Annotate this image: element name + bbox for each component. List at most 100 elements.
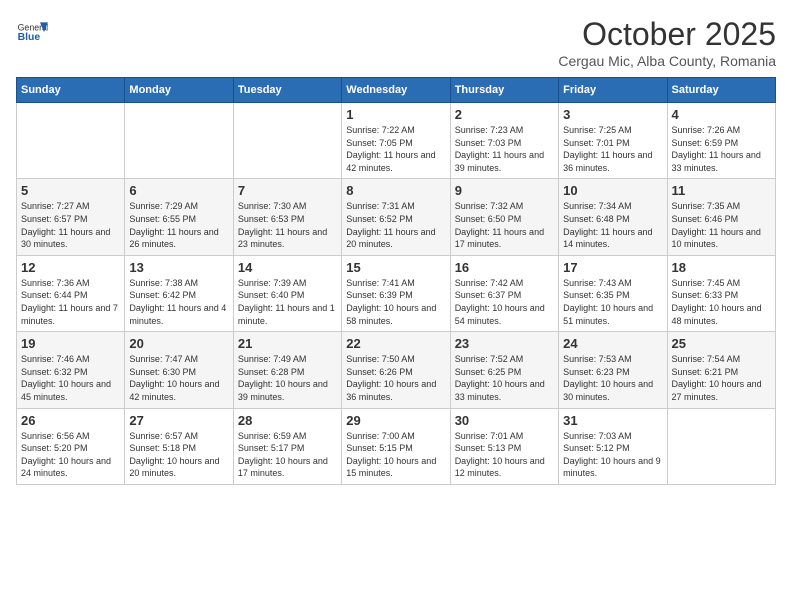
day-info: Sunrise: 6:59 AMSunset: 5:17 PMDaylight:… [238,430,337,480]
day-info: Sunrise: 7:35 AMSunset: 6:46 PMDaylight:… [672,200,771,250]
day-info: Sunrise: 7:52 AMSunset: 6:25 PMDaylight:… [455,353,554,403]
day-info: Sunrise: 7:30 AMSunset: 6:53 PMDaylight:… [238,200,337,250]
day-info: Sunrise: 7:26 AMSunset: 6:59 PMDaylight:… [672,124,771,174]
logo: General Blue [16,16,48,48]
day-info: Sunrise: 6:56 AMSunset: 5:20 PMDaylight:… [21,430,120,480]
day-info: Sunrise: 7:45 AMSunset: 6:33 PMDaylight:… [672,277,771,327]
day-info: Sunrise: 7:38 AMSunset: 6:42 PMDaylight:… [129,277,228,327]
week-row-1: 1Sunrise: 7:22 AMSunset: 7:05 PMDaylight… [17,103,776,179]
day-number: 17 [563,260,662,275]
day-cell: 15 Sunrise: 7:41 AMSunset: 6:39 PMDayligh… [342,255,450,331]
day-info: Sunrise: 7:34 AMSunset: 6:48 PMDaylight:… [563,200,662,250]
day-cell: 28Sunrise: 6:59 AMSunset: 5:17 PMDayligh… [233,408,341,484]
day-info: Sunrise: 7:01 AMSunset: 5:13 PMDaylight:… [455,430,554,480]
day-cell: 30 Sunrise: 7:01 AMSunset: 5:13 PMDayligh… [450,408,558,484]
day-cell: 4 Sunrise: 7:26 AMSunset: 6:59 PMDaylight… [667,103,775,179]
day-cell: 9 Sunrise: 7:32 AMSunset: 6:50 PMDaylight… [450,179,558,255]
day-cell: 12 Sunrise: 7:36 AMSunset: 6:44 PMDayligh… [17,255,125,331]
day-cell: 23 Sunrise: 7:52 AMSunset: 6:25 PMDayligh… [450,332,558,408]
day-info: Sunrise: 7:50 AMSunset: 6:26 PMDaylight:… [346,353,445,403]
day-cell: 2Sunrise: 7:23 AMSunset: 7:03 PMDaylight… [450,103,558,179]
day-cell: 19 Sunrise: 7:46 AMSunset: 6:32 PMDayligh… [17,332,125,408]
day-cell: 10Sunrise: 7:34 AMSunset: 6:48 PMDayligh… [559,179,667,255]
day-number: 3 [563,107,662,122]
day-number: 22 [346,336,445,351]
day-number: 13 [129,260,228,275]
svg-text:Blue: Blue [18,32,41,43]
day-number: 11 [672,183,771,198]
page-header: General Blue October 2025 Cergau Mic, Al… [16,16,776,69]
day-cell: 6 Sunrise: 7:29 AMSunset: 6:55 PMDaylight… [125,179,233,255]
day-number: 4 [672,107,771,122]
header-row: SundayMondayTuesdayWednesdayThursdayFrid… [17,78,776,103]
calendar-table: SundayMondayTuesdayWednesdayThursdayFrid… [16,77,776,485]
day-info: Sunrise: 7:47 AMSunset: 6:30 PMDaylight:… [129,353,228,403]
day-info: Sunrise: 7:54 AMSunset: 6:21 PMDaylight:… [672,353,771,403]
day-number: 21 [238,336,337,351]
day-number: 16 [455,260,554,275]
day-cell: 22 Sunrise: 7:50 AMSunset: 6:26 PMDayligh… [342,332,450,408]
day-number: 23 [455,336,554,351]
day-number: 29 [346,413,445,428]
day-cell: 25Sunrise: 7:54 AMSunset: 6:21 PMDayligh… [667,332,775,408]
day-cell: 5 Sunrise: 7:27 AMSunset: 6:57 PMDaylight… [17,179,125,255]
day-info: Sunrise: 7:31 AMSunset: 6:52 PMDaylight:… [346,200,445,250]
col-header-thursday: Thursday [450,78,558,103]
day-info: Sunrise: 7:41 AMSunset: 6:39 PMDaylight:… [346,277,445,327]
day-info: Sunrise: 7:36 AMSunset: 6:44 PMDaylight:… [21,277,120,327]
day-info: Sunrise: 7:03 AMSunset: 5:12 PMDaylight:… [563,430,662,480]
day-number: 15 [346,260,445,275]
day-info: Sunrise: 7:42 AMSunset: 6:37 PMDaylight:… [455,277,554,327]
day-cell: 20Sunrise: 7:47 AMSunset: 6:30 PMDayligh… [125,332,233,408]
day-info: Sunrise: 7:39 AMSunset: 6:40 PMDaylight:… [238,277,337,327]
col-header-monday: Monday [125,78,233,103]
week-row-4: 19 Sunrise: 7:46 AMSunset: 6:32 PMDayligh… [17,332,776,408]
col-header-tuesday: Tuesday [233,78,341,103]
day-cell [125,103,233,179]
day-cell: 24Sunrise: 7:53 AMSunset: 6:23 PMDayligh… [559,332,667,408]
col-header-saturday: Saturday [667,78,775,103]
day-info: Sunrise: 7:25 AMSunset: 7:01 PMDaylight:… [563,124,662,174]
day-cell [667,408,775,484]
day-cell: 11 Sunrise: 7:35 AMSunset: 6:46 PMDayligh… [667,179,775,255]
day-number: 9 [455,183,554,198]
col-header-friday: Friday [559,78,667,103]
day-info: Sunrise: 7:29 AMSunset: 6:55 PMDaylight:… [129,200,228,250]
day-cell: 7Sunrise: 7:30 AMSunset: 6:53 PMDaylight… [233,179,341,255]
day-cell: 29 Sunrise: 7:00 AMSunset: 5:15 PMDayligh… [342,408,450,484]
day-info: Sunrise: 7:49 AMSunset: 6:28 PMDaylight:… [238,353,337,403]
day-info: Sunrise: 6:57 AMSunset: 5:18 PMDaylight:… [129,430,228,480]
day-info: Sunrise: 7:23 AMSunset: 7:03 PMDaylight:… [455,124,554,174]
day-number: 12 [21,260,120,275]
day-cell: 14 Sunrise: 7:39 AMSunset: 6:40 PMDayligh… [233,255,341,331]
day-number: 1 [346,107,445,122]
day-number: 24 [563,336,662,351]
month-title: October 2025 [558,16,776,53]
day-cell: 27Sunrise: 6:57 AMSunset: 5:18 PMDayligh… [125,408,233,484]
day-cell: 3 Sunrise: 7:25 AMSunset: 7:01 PMDaylight… [559,103,667,179]
day-number: 8 [346,183,445,198]
day-cell: 16 Sunrise: 7:42 AMSunset: 6:37 PMDayligh… [450,255,558,331]
day-number: 5 [21,183,120,198]
day-info: Sunrise: 7:27 AMSunset: 6:57 PMDaylight:… [21,200,120,250]
title-block: October 2025 Cergau Mic, Alba County, Ro… [558,16,776,69]
day-info: Sunrise: 7:43 AMSunset: 6:35 PMDaylight:… [563,277,662,327]
day-number: 14 [238,260,337,275]
day-info: Sunrise: 7:46 AMSunset: 6:32 PMDaylight:… [21,353,120,403]
day-number: 31 [563,413,662,428]
day-info: Sunrise: 7:32 AMSunset: 6:50 PMDaylight:… [455,200,554,250]
week-row-2: 5 Sunrise: 7:27 AMSunset: 6:57 PMDaylight… [17,179,776,255]
week-row-3: 12 Sunrise: 7:36 AMSunset: 6:44 PMDayligh… [17,255,776,331]
logo-icon: General Blue [16,16,48,48]
day-number: 26 [21,413,120,428]
day-info: Sunrise: 7:00 AMSunset: 5:15 PMDaylight:… [346,430,445,480]
day-number: 6 [129,183,228,198]
day-cell: 13 Sunrise: 7:38 AMSunset: 6:42 PMDayligh… [125,255,233,331]
day-number: 30 [455,413,554,428]
day-number: 18 [672,260,771,275]
day-cell [233,103,341,179]
day-cell: 17 Sunrise: 7:43 AMSunset: 6:35 PMDayligh… [559,255,667,331]
col-header-wednesday: Wednesday [342,78,450,103]
col-header-sunday: Sunday [17,78,125,103]
day-number: 19 [21,336,120,351]
